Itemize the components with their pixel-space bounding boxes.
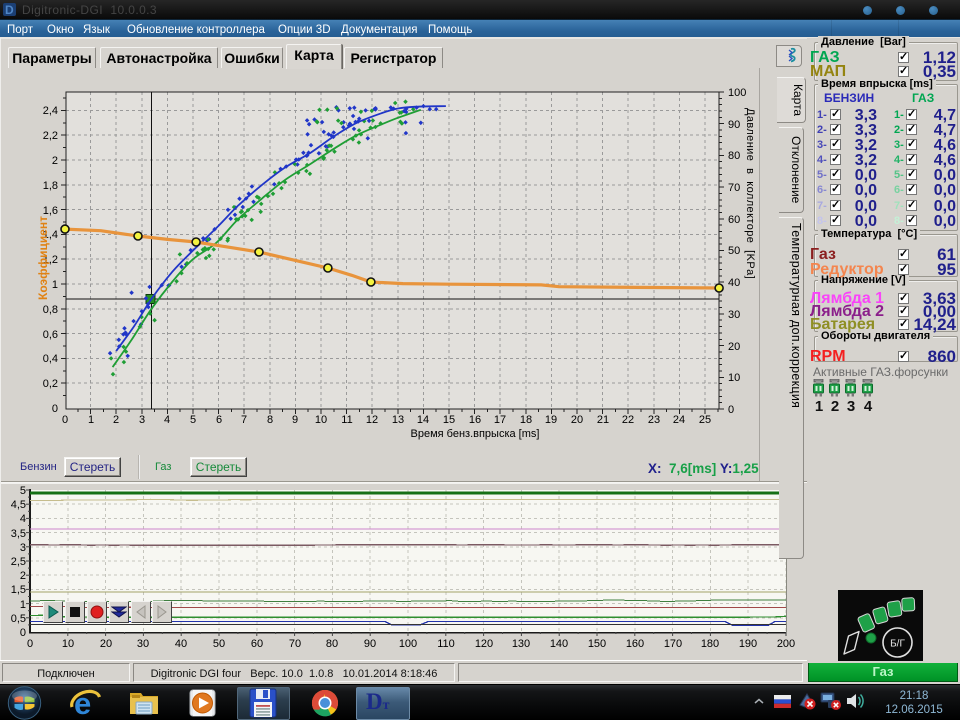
svg-text:2,5: 2,5 [11,556,26,568]
svg-text:60: 60 [251,638,263,650]
svg-text:70: 70 [289,638,301,650]
svg-text:50: 50 [213,638,225,650]
svg-text:5: 5 [20,485,26,497]
svg-text:0,5: 0,5 [11,613,26,625]
svg-text:190: 190 [739,638,757,650]
svg-text:30: 30 [137,638,149,650]
svg-text:180: 180 [701,638,719,650]
svg-text:Б/Г: Б/Г [890,639,905,650]
svg-text:0: 0 [20,627,26,639]
svg-text:1: 1 [20,599,26,611]
svg-text:0: 0 [27,638,33,650]
svg-text:4,5: 4,5 [11,499,26,511]
svg-text:4: 4 [20,513,26,525]
svg-text:90: 90 [364,638,376,650]
svg-text:100: 100 [399,638,417,650]
svg-text:1,5: 1,5 [11,584,26,596]
svg-text:110: 110 [437,638,455,650]
svg-text:150: 150 [588,638,606,650]
svg-text:10: 10 [62,638,74,650]
svg-text:80: 80 [326,638,338,650]
svg-text:140: 140 [550,638,568,650]
svg-text:3: 3 [20,542,26,554]
svg-text:40: 40 [175,638,187,650]
svg-text:2: 2 [20,570,26,582]
svg-text:120: 120 [475,638,493,650]
svg-text:160: 160 [626,638,644,650]
svg-text:130: 130 [512,638,530,650]
svg-text:3,5: 3,5 [11,528,26,540]
svg-text:20: 20 [100,638,112,650]
svg-text:170: 170 [664,638,682,650]
